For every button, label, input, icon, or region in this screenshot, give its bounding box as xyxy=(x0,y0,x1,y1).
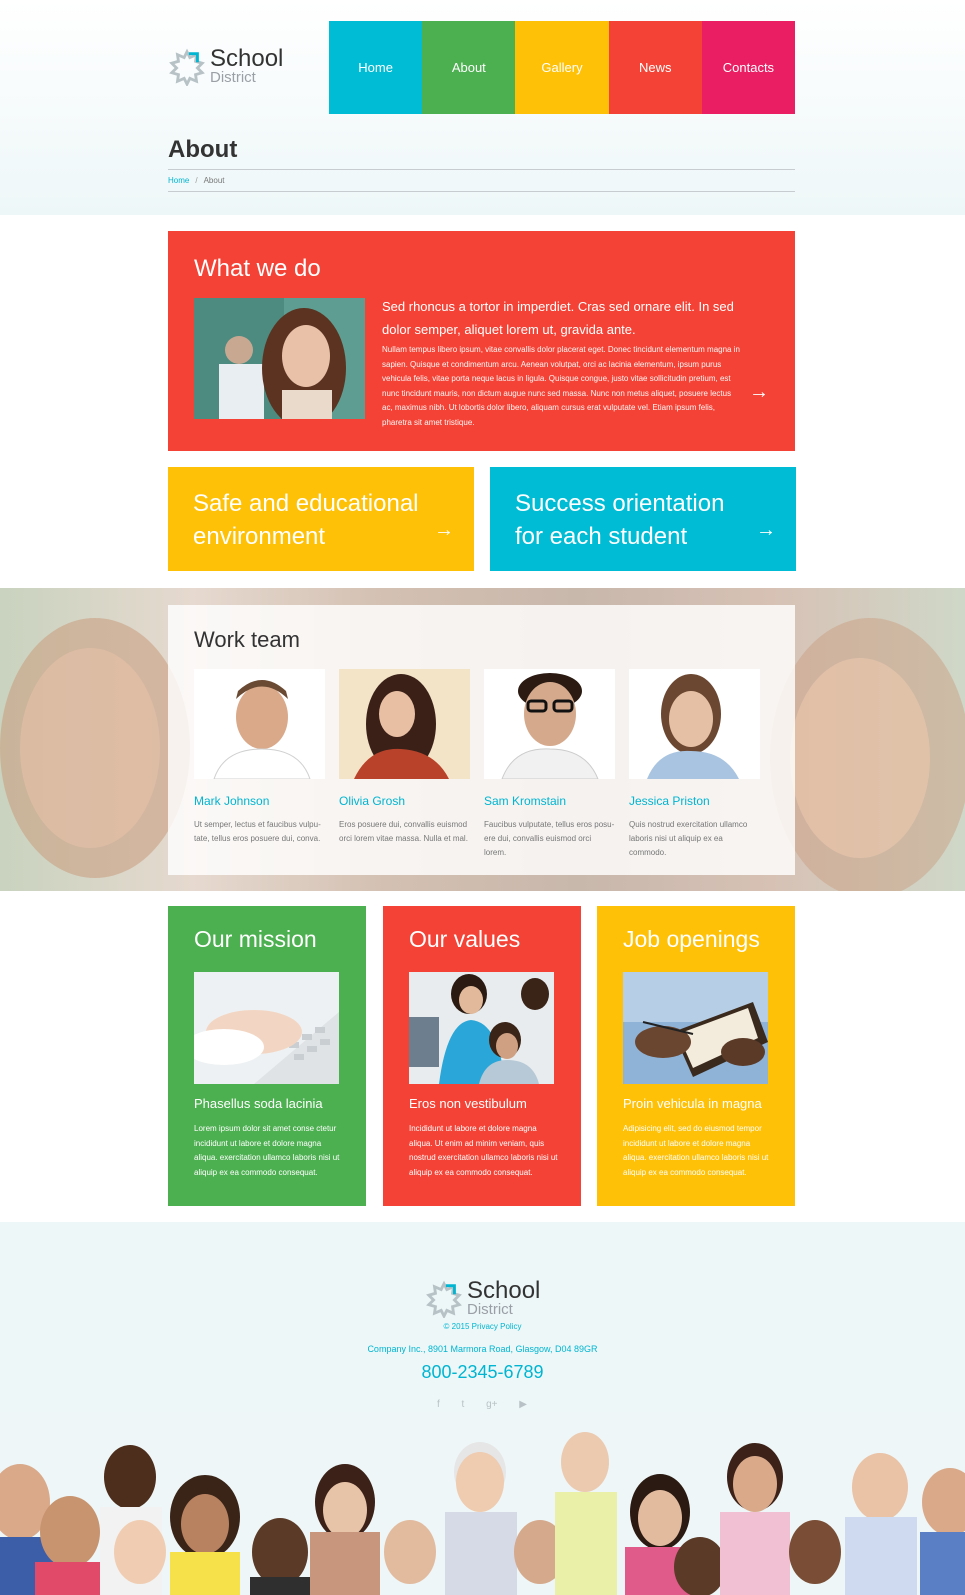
arrow-right-icon: → xyxy=(756,519,776,541)
copyright-text[interactable]: © 2015 Privacy Policy xyxy=(0,1322,965,1331)
notebook-photo xyxy=(623,972,768,1084)
team-member-card[interactable]: Jessica Priston Quis nostrud exercitatio… xyxy=(629,669,760,860)
header: School District Home About Gallery News … xyxy=(0,0,965,215)
nav-item-gallery[interactable]: Gallery xyxy=(515,21,609,114)
member-name[interactable]: Sam Kromstain xyxy=(484,794,615,808)
member-description: Eros posuere dui, convallis euismod orci… xyxy=(339,820,468,843)
team-member-card[interactable]: Sam Kromstain Faucibus vulputate, tellus… xyxy=(484,669,615,860)
logo-gear-icon xyxy=(426,1280,462,1318)
arrow-right-icon: → xyxy=(434,519,454,541)
page-title: About xyxy=(168,136,238,163)
breadcrumb-separator: / xyxy=(195,176,198,185)
student-photo xyxy=(194,298,365,419)
keyboard-photo xyxy=(194,972,339,1084)
card-our-mission[interactable]: Our mission Phasellus soda lacinia Lorem… xyxy=(168,906,366,1206)
crowd-photo xyxy=(0,1412,965,1595)
logo-subtitle: District xyxy=(210,69,256,86)
breadcrumb-current: About xyxy=(203,176,225,185)
divider xyxy=(168,191,795,192)
tile-safe-environment[interactable]: Safe and educational environment → xyxy=(168,467,474,571)
main-nav: Home About Gallery News Contacts xyxy=(329,21,796,114)
section-title: What we do xyxy=(194,255,321,282)
card-our-values[interactable]: Our values Eros non vestibulum Incididun… xyxy=(383,906,581,1206)
card-title: Job openings xyxy=(623,926,760,952)
card-job-openings[interactable]: Job openings Proin vehicula in magna Adi… xyxy=(597,906,795,1206)
arrow-right-icon[interactable]: → xyxy=(749,381,769,404)
logo-subtitle: District xyxy=(467,1301,513,1318)
avatar xyxy=(194,669,325,779)
divider xyxy=(168,169,795,170)
card-subtitle: Phasellus soda lacinia xyxy=(194,1096,323,1111)
tile-label: Success orientation for each student xyxy=(515,490,725,550)
section-title: Work team xyxy=(194,627,300,652)
work-team-panel: Work team Mark Johnson Ut semper, lectus… xyxy=(168,605,795,875)
social-links: f t g+ ▶ xyxy=(437,1399,527,1410)
facebook-icon[interactable]: f xyxy=(437,1399,440,1410)
nav-item-contacts[interactable]: Contacts xyxy=(701,21,796,114)
tile-success-orientation[interactable]: Success orientation for each student → xyxy=(490,467,796,571)
member-name[interactable]: Olivia Grosh xyxy=(339,794,470,808)
member-name[interactable]: Jessica Priston xyxy=(629,794,760,808)
what-we-do-section: What we do Sed rhoncus a tortor in imper… xyxy=(168,231,795,451)
card-subtitle: Eros non vestibulum xyxy=(409,1096,527,1111)
google-plus-icon[interactable]: g+ xyxy=(486,1399,497,1410)
logo-gear-icon xyxy=(169,48,205,86)
twitter-icon[interactable]: t xyxy=(462,1399,465,1410)
avatar xyxy=(484,669,615,779)
students-photo xyxy=(409,972,554,1084)
member-description: Faucibus vulputate, tellus eros posu-ere… xyxy=(484,820,615,857)
youtube-icon[interactable]: ▶ xyxy=(519,1399,527,1410)
card-text: Incididunt ut labore et dolore magna ali… xyxy=(409,1124,558,1177)
body-text: Nullam tempus libero ipsum, vitae conval… xyxy=(382,345,740,427)
avatar xyxy=(629,669,760,779)
card-text: Lorem ipsum dolor sit amet conse ctetur … xyxy=(194,1124,340,1177)
company-address: Company Inc., 8901 Marmora Road, Glasgow… xyxy=(367,1344,598,1354)
nav-item-news[interactable]: News xyxy=(608,21,702,114)
avatar xyxy=(339,669,470,779)
card-title: Our values xyxy=(409,926,521,952)
breadcrumb: Home / About xyxy=(168,176,224,185)
card-text: Adipisicing elit, sed do eiusmod tempor … xyxy=(623,1124,769,1177)
team-member-card[interactable]: Mark Johnson Ut semper, lectus et faucib… xyxy=(194,669,325,846)
member-description: Quis nostrud exercitation ullamco labori… xyxy=(629,820,748,857)
nav-item-about[interactable]: About xyxy=(422,21,516,114)
nav-item-home[interactable]: Home xyxy=(329,21,423,114)
site-logo[interactable]: School District xyxy=(168,46,298,90)
footer-logo[interactable]: School District xyxy=(425,1278,555,1322)
member-description: Ut semper, lectus et faucibus vulpu-tate… xyxy=(194,820,321,843)
card-subtitle: Proin vehicula in magna xyxy=(623,1096,762,1111)
card-title: Our mission xyxy=(194,926,317,952)
phone-number[interactable]: 800-2345-6789 xyxy=(0,1362,965,1383)
team-member-card[interactable]: Olivia Grosh Eros posuere dui, convallis… xyxy=(339,669,470,846)
breadcrumb-home-link[interactable]: Home xyxy=(168,176,189,185)
lead-text: Sed rhoncus a tortor in imperdiet. Cras … xyxy=(382,299,734,337)
tile-label: Safe and educational environment xyxy=(193,490,419,550)
member-name[interactable]: Mark Johnson xyxy=(194,794,325,808)
